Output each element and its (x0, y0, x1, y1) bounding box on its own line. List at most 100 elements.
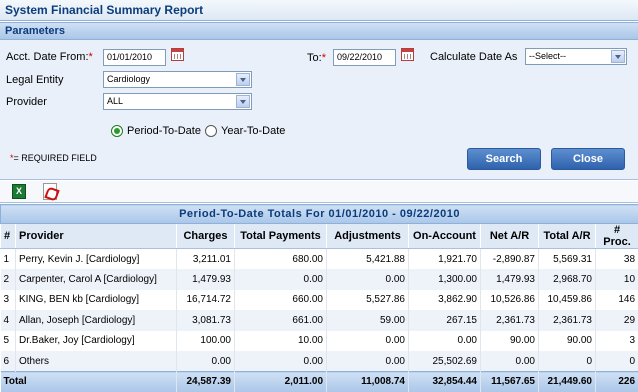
total-ar-cell: 2,968.70 (539, 269, 596, 290)
table-row[interactable]: 2 Carpenter, Carol A [Cardiology] 1,479.… (1, 269, 638, 290)
acct-date-from-input[interactable]: 01/01/2010 (103, 49, 166, 66)
chevron-down-icon (236, 73, 250, 86)
column-header[interactable]: Provider (16, 224, 177, 249)
total-ar-cell: 10,459.86 (539, 290, 596, 311)
column-header[interactable]: On-Account (409, 224, 481, 249)
column-header[interactable]: Total Payments (235, 224, 327, 249)
net-ar-cell: 10,526.86 (481, 290, 539, 311)
column-header[interactable]: Adjustments (327, 224, 409, 249)
total-ar-cell: 90.00 (539, 331, 596, 352)
calc-date-as-select[interactable]: --Select-- (525, 48, 627, 65)
column-header[interactable]: # (1, 224, 16, 249)
on-account-cell: 1,300.00 (409, 269, 481, 290)
export-toolbar: X (0, 181, 638, 203)
adjustments-cell: 0.00 (327, 331, 409, 352)
total-total-payments: 2,011.00 (235, 372, 327, 392)
proc-count-cell: 38 (596, 249, 638, 270)
total-ar-cell: 0 (539, 351, 596, 372)
charges-cell: 16,714.72 (177, 290, 235, 311)
provider-cell: Others (16, 351, 177, 372)
on-account-cell: 267.15 (409, 310, 481, 331)
net-ar-cell: 2,361.73 (481, 310, 539, 331)
column-header[interactable]: # Proc. (596, 224, 638, 249)
on-account-cell: 25,502.69 (409, 351, 481, 372)
proc-count-cell: 29 (596, 310, 638, 331)
total-proc-count: 226 (596, 372, 638, 392)
total-payments-cell: 0.00 (235, 269, 327, 290)
total-on-account: 32,854.44 (409, 372, 481, 392)
report-table: Period-To-Date Totals For 01/01/2010 - 0… (0, 204, 638, 392)
radio-year-to-date[interactable] (205, 125, 217, 137)
total-ar-cell: 2,361.73 (539, 310, 596, 331)
row-number: 2 (1, 269, 16, 290)
provider-select[interactable]: ALL (103, 93, 252, 110)
column-header[interactable]: Net A/R (481, 224, 539, 249)
column-header[interactable]: Charges (177, 224, 235, 249)
net-ar-cell: 90.00 (481, 331, 539, 352)
total-payments-cell: 10.00 (235, 331, 327, 352)
chevron-down-icon (611, 50, 625, 63)
proc-count-cell: 0 (596, 351, 638, 372)
row-number: 1 (1, 249, 16, 270)
provider-cell: Dr.Baker, Joy [Cardiology] (16, 331, 177, 352)
charges-cell: 1,479.93 (177, 269, 235, 290)
parameters-title: Parameters (5, 25, 65, 37)
calendar-icon[interactable] (171, 48, 184, 61)
table-row[interactable]: 4 Allan, Joseph [Cardiology] 3,081.73 66… (1, 310, 638, 331)
search-button[interactable]: Search (467, 148, 541, 170)
row-number: 5 (1, 331, 16, 352)
table-row[interactable]: 1 Perry, Kevin J. [Cardiology] 3,211.01 … (1, 249, 638, 270)
radio-period-to-date-label: Period-To-Date (127, 125, 201, 137)
parameters-header: Parameters (0, 22, 638, 40)
to-label: To:* (307, 52, 326, 64)
radio-year-to-date-label: Year-To-Date (221, 125, 285, 137)
on-account-cell: 3,862.90 (409, 290, 481, 311)
chevron-down-icon (236, 95, 250, 108)
adjustments-cell: 0.00 (327, 269, 409, 290)
legal-entity-select[interactable]: Cardiology (103, 71, 252, 88)
total-row: Total 24,587.39 2,011.00 11,008.74 32,85… (1, 372, 638, 392)
on-account-cell: 1,921.70 (409, 249, 481, 270)
column-header[interactable]: Total A/R (539, 224, 596, 249)
adjustments-cell: 0.00 (327, 351, 409, 372)
net-ar-cell: 1,479.93 (481, 269, 539, 290)
proc-count-cell: 146 (596, 290, 638, 311)
total-net-ar: 11,567.65 (481, 372, 539, 392)
row-number: 6 (1, 351, 16, 372)
provider-label: Provider (6, 96, 47, 108)
table-row[interactable]: 6 Others 0.00 0.00 0.00 25,502.69 0.00 0… (1, 351, 638, 372)
table-caption: Period-To-Date Totals For 01/01/2010 - 0… (1, 205, 638, 224)
total-total-ar: 21,449.60 (539, 372, 596, 392)
to-date-input[interactable]: 09/22/2010 (333, 49, 396, 66)
acct-date-from-label: Acct. Date From:* (6, 51, 93, 63)
on-account-cell: 0.00 (409, 331, 481, 352)
provider-cell: Carpenter, Carol A [Cardiology] (16, 269, 177, 290)
table-header-row: # Provider Charges Total Payments Adjust… (1, 224, 638, 249)
calendar-icon[interactable] (401, 48, 414, 61)
pdf-export-icon[interactable] (43, 183, 57, 200)
total-payments-cell: 661.00 (235, 310, 327, 331)
radio-period-to-date[interactable] (111, 125, 123, 137)
net-ar-cell: 0.00 (481, 351, 539, 372)
title-bar: System Financial Summary Report (0, 0, 638, 21)
table-caption-row: Period-To-Date Totals For 01/01/2010 - 0… (1, 205, 638, 224)
close-button[interactable]: Close (551, 148, 625, 170)
page-title: System Financial Summary Report (5, 3, 203, 17)
row-number: 3 (1, 290, 16, 311)
table-row[interactable]: 5 Dr.Baker, Joy [Cardiology] 100.00 10.0… (1, 331, 638, 352)
legal-entity-label: Legal Entity (6, 74, 63, 86)
provider-cell: Perry, Kevin J. [Cardiology] (16, 249, 177, 270)
total-ar-cell: 5,569.31 (539, 249, 596, 270)
adjustments-cell: 5,421.88 (327, 249, 409, 270)
calc-date-as-label: Calculate Date As (430, 51, 517, 63)
required-note: *= REQUIRED FIELD (10, 153, 97, 163)
table-row[interactable]: 3 KING, BEN kb [Cardiology] 16,714.72 66… (1, 290, 638, 311)
adjustments-cell: 5,527.86 (327, 290, 409, 311)
charges-cell: 3,081.73 (177, 310, 235, 331)
excel-export-icon[interactable]: X (12, 184, 26, 199)
total-payments-cell: 660.00 (235, 290, 327, 311)
total-charges: 24,587.39 (177, 372, 235, 392)
charges-cell: 0.00 (177, 351, 235, 372)
report-table-container: Period-To-Date Totals For 01/01/2010 - 0… (0, 204, 638, 392)
adjustments-cell: 59.00 (327, 310, 409, 331)
